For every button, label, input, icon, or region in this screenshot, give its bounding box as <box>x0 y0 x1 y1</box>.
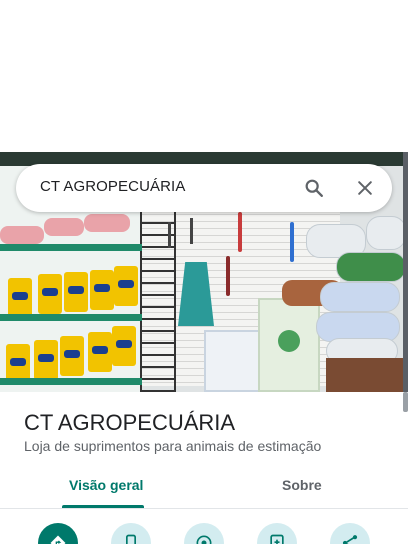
photo-product <box>60 336 84 376</box>
place-title: CT AGROPECUÁRIA <box>24 410 236 435</box>
phone-icon <box>126 534 136 544</box>
photo-hook <box>190 218 193 244</box>
search-bar[interactable]: CT AGROPECUÁRIA <box>16 164 392 212</box>
photo-leash <box>238 212 242 252</box>
photo-bucket <box>204 330 260 392</box>
photo-shelf-edge <box>0 244 142 251</box>
photo-product <box>88 332 112 372</box>
place-tabs: Visão geral Sobre <box>0 468 403 508</box>
photo-pallet <box>326 358 408 392</box>
save-icon <box>270 534 284 544</box>
directions-button[interactable] <box>38 523 78 544</box>
photo-leash <box>290 222 294 262</box>
photo-hook <box>168 222 171 248</box>
photo-product <box>34 340 58 380</box>
search-query[interactable]: CT AGROPECUÁRIA <box>40 178 185 195</box>
photo-product <box>38 274 62 314</box>
call-button[interactable] <box>111 523 151 544</box>
scrollbar-thumb[interactable] <box>403 392 408 412</box>
photo-product <box>0 226 44 244</box>
tab-about[interactable]: Sobre <box>282 477 322 493</box>
photo-pole <box>403 152 408 392</box>
photo-product <box>84 214 130 232</box>
photo-leash <box>226 256 230 296</box>
photo-product <box>114 266 138 306</box>
blank-top-area <box>0 0 408 152</box>
tabs-divider <box>0 508 408 509</box>
photo-sack <box>336 252 406 282</box>
close-icon <box>358 181 372 195</box>
photo-product <box>8 278 32 318</box>
photo-product <box>112 326 136 366</box>
share-icon <box>342 535 358 544</box>
share-button[interactable] <box>330 523 370 544</box>
photo-sack <box>366 216 406 250</box>
photo-plant-bag <box>258 298 320 392</box>
tab-overview[interactable]: Visão geral <box>69 477 143 493</box>
photo-sack <box>320 282 400 312</box>
location-icon <box>196 535 212 544</box>
action-buttons <box>0 520 408 544</box>
photo-product <box>64 272 88 312</box>
nearby-button[interactable] <box>184 523 224 544</box>
save-button[interactable] <box>257 523 297 544</box>
photo-shelf-edge <box>0 378 142 385</box>
search-button[interactable] <box>298 172 330 204</box>
clear-search-button[interactable] <box>349 172 381 204</box>
photo-product <box>90 270 114 310</box>
photo-shelf-edge <box>0 314 142 321</box>
directions-icon <box>50 535 66 544</box>
search-icon <box>305 179 323 197</box>
photo-product <box>44 218 84 236</box>
place-category[interactable]: Loja de suprimentos para animais de esti… <box>24 438 321 454</box>
